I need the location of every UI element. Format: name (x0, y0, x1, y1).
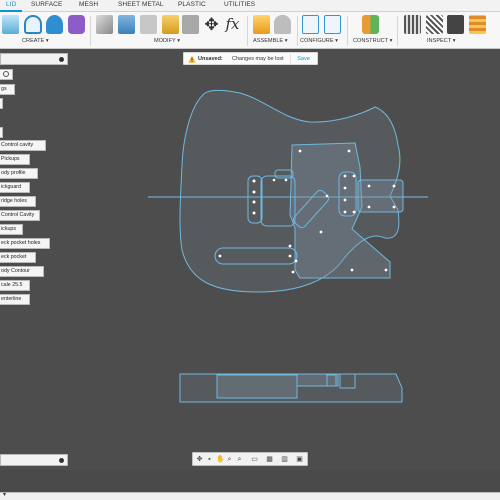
shell-icon[interactable] (162, 15, 179, 34)
tab-mesh[interactable]: MESH (79, 1, 98, 8)
fillet-icon[interactable] (118, 15, 135, 34)
display-settings-icon[interactable]: ▭ (251, 456, 258, 463)
parameters-icon[interactable]: fx (224, 15, 241, 34)
offset-plane-icon[interactable] (362, 15, 379, 34)
create-menu[interactable]: CREATE ▾ (22, 38, 49, 44)
unsaved-title: Unsaved: (198, 56, 223, 62)
warning-icon (188, 55, 196, 63)
save-button[interactable]: Save (290, 54, 316, 64)
configure-table-icon[interactable] (302, 15, 319, 34)
inspect-menu[interactable]: INSPECT ▾ (427, 38, 456, 44)
workspace-tabs: LID SURFACE MESH SHEET METAL PLASTIC UTI… (0, 0, 500, 12)
revolve-icon[interactable] (46, 15, 63, 34)
tab-sheet-metal[interactable]: SHEET METAL (118, 1, 164, 8)
configure-check-icon[interactable] (324, 15, 341, 34)
side-profile (179, 373, 403, 403)
viewport-canvas[interactable] (0, 65, 500, 450)
unsaved-banner: Unsaved: Changes may be lost Save (183, 52, 318, 65)
grid-settings-icon[interactable]: ▦ (266, 456, 273, 463)
look-at-icon[interactable]: ▪ (206, 456, 213, 463)
layout-icon[interactable]: ▣ (296, 456, 303, 463)
timeline-play-icon[interactable]: ▾ (3, 491, 6, 498)
comments-panel[interactable] (0, 454, 68, 466)
browser-collapse-icon[interactable] (59, 57, 64, 62)
toolbar: ✥ fx CREATE ▾ MODIFY ▾ ASSEMBLE ▾ CONFIG… (0, 12, 500, 49)
interference-icon[interactable] (426, 15, 443, 34)
combine-icon[interactable] (182, 15, 199, 34)
browser-header[interactable] (0, 53, 68, 65)
tab-surface[interactable]: SURFACE (31, 1, 62, 8)
curvature-comb-icon[interactable] (447, 15, 464, 34)
tab-solid[interactable]: LID (6, 1, 16, 8)
timeline[interactable]: ▾ (0, 492, 500, 500)
navigation-bar: ✥ ▪ ✋ ⌕ ⌕ ▭ ▦ ▥ ▣ (192, 452, 308, 466)
form-icon[interactable] (68, 15, 85, 34)
zoom-window-icon[interactable]: ⌕ (236, 456, 243, 463)
zoom-icon[interactable]: ⌕ (226, 456, 233, 463)
configure-menu[interactable]: CONFIGURE ▾ (300, 38, 338, 44)
construct-menu[interactable]: CONSTRUCT ▾ (353, 38, 392, 44)
tab-utilities[interactable]: UTILITIES (224, 1, 255, 8)
new-component-assemble-icon[interactable] (253, 15, 270, 34)
orbit-icon[interactable]: ✥ (196, 456, 203, 463)
joint-icon[interactable] (274, 15, 291, 34)
extrude-icon[interactable] (24, 15, 42, 34)
move-icon[interactable]: ✥ (203, 15, 220, 34)
tab-plastic[interactable]: PLASTIC (178, 1, 206, 8)
assemble-menu[interactable]: ASSEMBLE ▾ (253, 38, 288, 44)
viewports-icon[interactable]: ▥ (281, 456, 288, 463)
modify-menu[interactable]: MODIFY ▾ (154, 38, 180, 44)
measure-icon[interactable] (404, 15, 421, 34)
separator (347, 16, 348, 46)
neck-pocket (357, 179, 404, 213)
comments-collapse-icon[interactable] (59, 458, 64, 463)
press-pull-icon[interactable] (96, 15, 113, 34)
separator (90, 16, 91, 46)
separator (297, 16, 298, 46)
zebra-analysis-icon[interactable] (469, 15, 486, 34)
separator (397, 16, 398, 46)
viewport-bottom (0, 470, 500, 492)
unsaved-message: Changes may be lost (232, 56, 284, 62)
pan-icon[interactable]: ✋ (216, 456, 225, 463)
new-component-icon[interactable] (2, 15, 19, 34)
separator (247, 16, 248, 46)
chamfer-icon[interactable] (140, 15, 157, 34)
